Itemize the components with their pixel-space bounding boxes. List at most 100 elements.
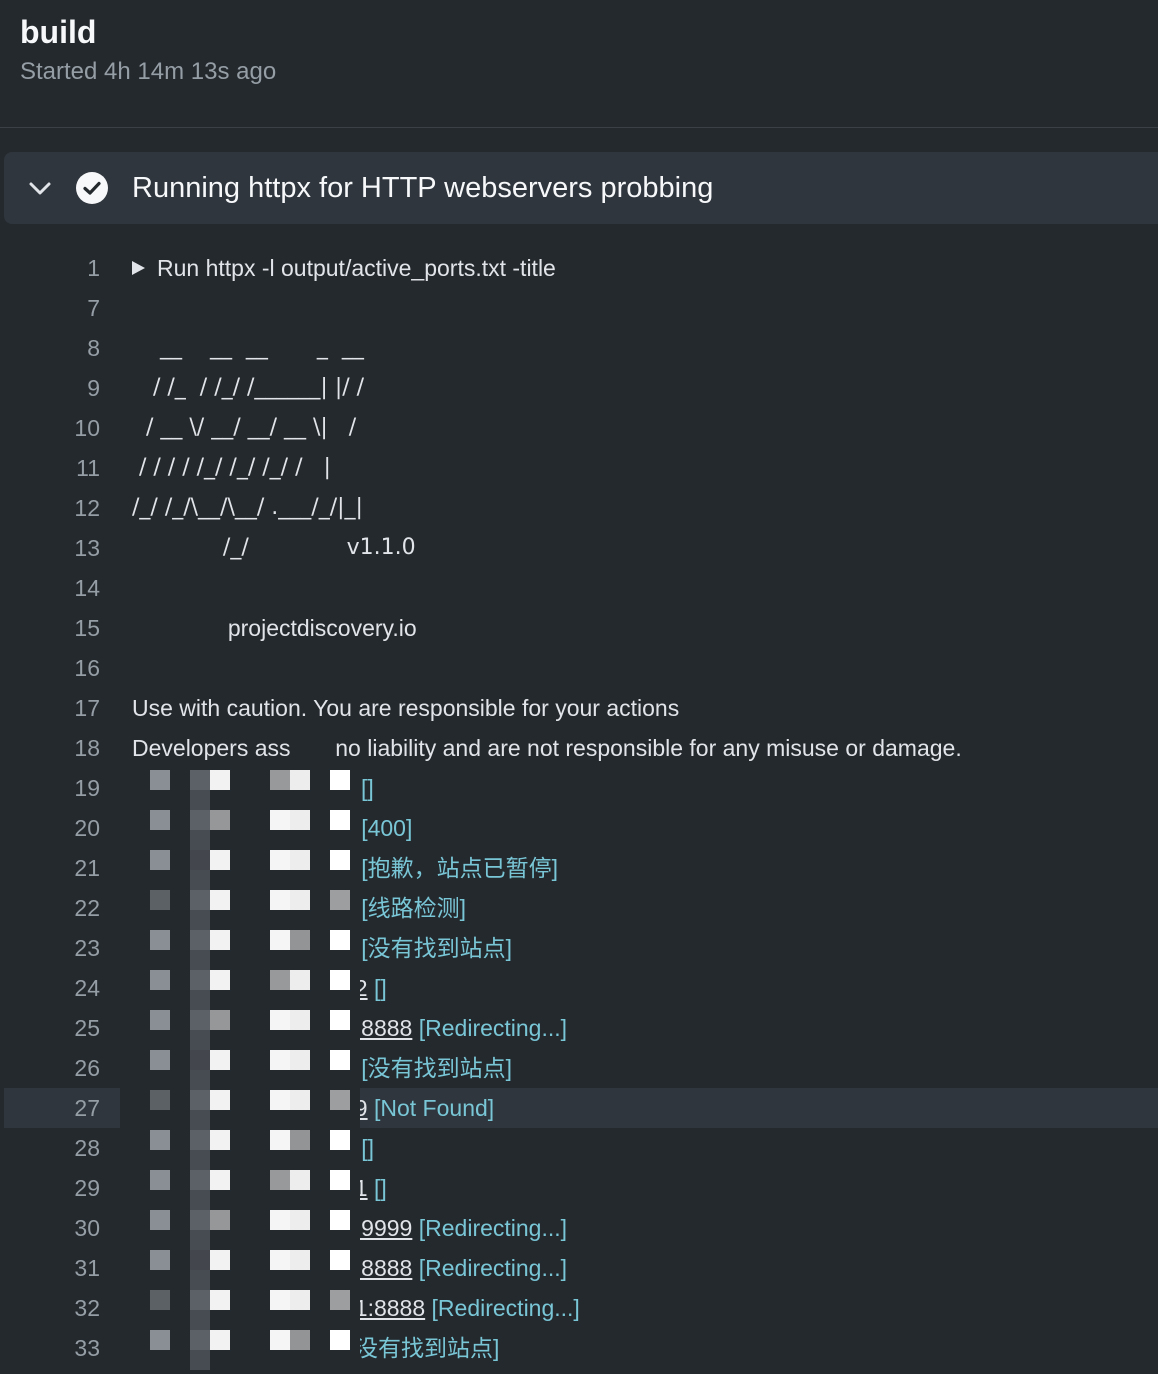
redaction-pixel: [190, 810, 210, 830]
redaction-pixel: [290, 1090, 310, 1110]
redaction-pixel: [290, 1250, 310, 1270]
line-number[interactable]: 23: [0, 928, 100, 968]
line-number[interactable]: 28: [0, 1128, 100, 1168]
result-title-tag: [抱歉，站点已暂停]: [361, 855, 558, 881]
redaction-pixel: [150, 930, 170, 950]
redaction-pixel: [270, 890, 290, 910]
line-number[interactable]: 18: [0, 728, 100, 768]
redaction-pixel: [330, 1010, 350, 1030]
redaction-pixel: [190, 1310, 210, 1330]
redaction-pixel: [330, 1090, 350, 1110]
log-line-text: /_/ /_/\__/\__/ .___/_/|_|: [132, 495, 363, 520]
redaction-pixel: [190, 870, 210, 890]
line-number[interactable]: 20: [0, 808, 100, 848]
line-number[interactable]: 7: [0, 288, 100, 328]
redaction-pixel: [190, 930, 210, 950]
line-number[interactable]: 9: [0, 368, 100, 408]
redaction-pixel: [210, 1130, 230, 1150]
line-number[interactable]: 12: [0, 488, 100, 528]
result-title-tag: [Redirecting...]: [418, 1255, 568, 1281]
job-title: build: [20, 14, 97, 50]
redaction-pixel: [270, 1290, 290, 1310]
redaction-pixel: [290, 890, 310, 910]
redaction-pixel: [190, 950, 210, 970]
redaction-pixel: [290, 1170, 310, 1190]
line-number[interactable]: 27: [0, 1088, 100, 1128]
redaction-pixel: [210, 1170, 230, 1190]
log-line-text: / __ \/ __/ __/ __ \| /: [132, 415, 357, 440]
line-number[interactable]: 16: [0, 648, 100, 688]
redaction-pixel: [190, 1250, 210, 1270]
step-title: Running httpx for HTTP webservers probbi…: [132, 172, 714, 204]
result-title-tag: [线路检测]: [361, 895, 466, 921]
redaction-pixel: [190, 910, 210, 930]
job-header: build Started 4h 14m 13s ago: [0, 0, 1158, 128]
redaction-pixel: [190, 1010, 210, 1030]
line-number[interactable]: 32: [0, 1288, 100, 1328]
line-number[interactable]: 13: [0, 528, 100, 568]
log-line: 11 / / / / /_/ /_/ /_/ / |: [0, 448, 1158, 488]
step-header[interactable]: Running httpx for HTTP webservers probbi…: [4, 152, 1158, 224]
line-number[interactable]: 30: [0, 1208, 100, 1248]
redaction-pixel: [190, 850, 210, 870]
redaction-pixel: [190, 1110, 210, 1130]
log-line: 9 / /_ / /_/ /______| |/ /: [0, 368, 1158, 408]
result-title-tag: [Redirecting...]: [418, 1215, 568, 1241]
redaction-pixel: [210, 850, 230, 870]
line-number[interactable]: 10: [0, 408, 100, 448]
line-number[interactable]: 29: [0, 1168, 100, 1208]
redaction-pixel: [330, 1330, 350, 1350]
line-number[interactable]: 24: [0, 968, 100, 1008]
line-number[interactable]: 14: [0, 568, 100, 608]
redaction-pixel: [330, 1170, 350, 1190]
expand-triangle-icon[interactable]: [132, 261, 145, 275]
redaction-pixel: [190, 1090, 210, 1110]
log-line: 17 Use with caution. You are responsible …: [0, 688, 1158, 728]
result-title-tag: [没有找到站点]: [348, 1335, 500, 1361]
line-number[interactable]: 17: [0, 688, 100, 728]
redaction-pixel: [150, 1090, 170, 1110]
log-line-text: /_/ v1.1.0: [132, 535, 416, 560]
line-number[interactable]: 1: [0, 248, 100, 288]
line-number[interactable]: 21: [0, 848, 100, 888]
log-line-text: / / / / /_/ /_/ /_/ / |: [132, 455, 331, 480]
redaction-pixel: [150, 970, 170, 990]
redaction-pixel: [330, 1130, 350, 1150]
job-started-time: Started 4h 14m 13s ago: [20, 58, 277, 85]
line-number[interactable]: 33: [0, 1328, 100, 1368]
line-number[interactable]: 31: [0, 1248, 100, 1288]
redaction-pixel: [270, 930, 290, 950]
redaction-pixel: [330, 1290, 350, 1310]
redaction-pixel: [150, 810, 170, 830]
redaction-pixel: [150, 850, 170, 870]
line-number[interactable]: 19: [0, 768, 100, 808]
redaction-pixel: [190, 790, 210, 810]
redaction-pixel: [270, 1210, 290, 1230]
redaction-pixel: [150, 1210, 170, 1230]
result-title-tag: []: [361, 1135, 374, 1161]
line-number[interactable]: 11: [0, 448, 100, 488]
result-title-tag: []: [373, 1175, 387, 1201]
redaction-pixel: [330, 1250, 350, 1270]
redaction-pixel: [270, 810, 290, 830]
redaction-pixel: [290, 970, 310, 990]
redaction-pixel: [210, 1330, 230, 1350]
chevron-down-icon[interactable]: [26, 174, 54, 202]
log-line-text: projectdiscovery.io: [132, 615, 417, 641]
redaction-pixel: [290, 850, 310, 870]
result-title-tag: [Not Found]: [373, 1095, 495, 1121]
redaction-pixel: [190, 830, 210, 850]
line-number[interactable]: 15: [0, 608, 100, 648]
redaction-pixel: [150, 1130, 170, 1150]
line-number[interactable]: 26: [0, 1048, 100, 1088]
line-number[interactable]: 25: [0, 1008, 100, 1048]
redaction-pixel: [290, 1130, 310, 1150]
redaction-pixel: [270, 850, 290, 870]
redaction-pixel: [150, 1290, 170, 1310]
line-number[interactable]: 8: [0, 328, 100, 368]
line-number[interactable]: 22: [0, 888, 100, 928]
redaction-pixel: [210, 1250, 230, 1270]
redaction-mosaic: [120, 760, 360, 1374]
redaction-pixel: [150, 1250, 170, 1270]
redaction-pixel: [190, 970, 210, 990]
